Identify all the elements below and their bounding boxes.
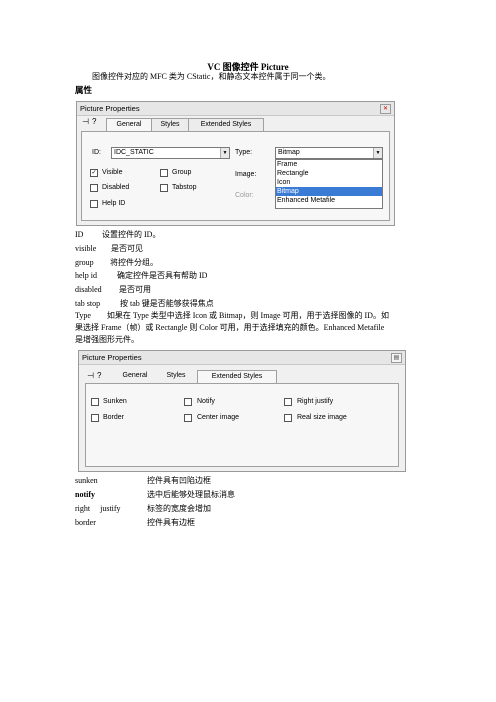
real-size-image-label: Real size image bbox=[297, 414, 347, 421]
type-combo-value: Bitmap bbox=[278, 149, 300, 156]
def-row: ID 设置控件的 ID。 bbox=[75, 229, 160, 240]
def-desc: 按 tab 键是否能够获得焦点 bbox=[120, 299, 214, 308]
def-row: border 控件具有边框 bbox=[75, 517, 195, 528]
def-row: group 将控件分组。 bbox=[75, 257, 158, 268]
type-option-enhanced-metafile[interactable]: Enhanced Metafile bbox=[276, 196, 382, 205]
help-id-label: Help ID bbox=[102, 200, 126, 207]
general-panel: ID: IDC_STATIC ▼ Type: Bitmap ▼ Frame Re… bbox=[81, 131, 390, 221]
type-paragraph-line: 是增强图形元件。 bbox=[75, 335, 139, 344]
id-combo-value: IDC_STATIC bbox=[114, 149, 154, 156]
border-label: Border bbox=[103, 414, 125, 421]
def-desc: 设置控件的 ID。 bbox=[102, 230, 161, 239]
id-combo[interactable]: IDC_STATIC ▼ bbox=[111, 147, 230, 159]
picture-properties-dialog-styles: Picture Properties ▤ ⊣ ? General Styles … bbox=[78, 350, 406, 472]
def-desc: 控件具有边框 bbox=[147, 518, 195, 527]
chevron-down-icon[interactable]: ▼ bbox=[220, 148, 229, 158]
def-term: right justify bbox=[75, 504, 121, 513]
def-row: visible 是否可见 bbox=[75, 243, 143, 254]
border-checkbox[interactable] bbox=[91, 414, 99, 422]
type-combo[interactable]: Bitmap ▼ bbox=[275, 147, 383, 159]
def-term: disabled bbox=[75, 285, 102, 294]
image-label: Image: bbox=[235, 171, 257, 178]
disabled-label: Disabled bbox=[102, 184, 130, 191]
styles-panel: Sunken Notify Right justify Border Cente… bbox=[85, 383, 399, 467]
group-label: Group bbox=[172, 169, 192, 176]
pin-icon[interactable]: ⊣ bbox=[87, 371, 94, 380]
tab-general[interactable]: General bbox=[113, 370, 157, 382]
type-paragraph: Type 如果在 Type 类型中选择 Icon 或 Bitmap，则 Imag… bbox=[75, 310, 425, 346]
def-row: right justify 标签的宽度会增加 bbox=[75, 503, 211, 514]
def-desc: 标签的宽度会增加 bbox=[147, 504, 211, 513]
pin-icon[interactable]: ⊣ bbox=[82, 117, 89, 126]
def-row: tab stop 按 tab 键是否能够获得焦点 bbox=[75, 298, 214, 309]
center-image-checkbox[interactable] bbox=[184, 414, 192, 422]
type-option-frame[interactable]: Frame bbox=[276, 160, 382, 169]
def-desc: 选中后能够处理鼠标消息 bbox=[147, 490, 235, 499]
def-term: visible bbox=[75, 244, 97, 253]
def-term: border bbox=[75, 518, 96, 527]
type-paragraph-line: Type 如果在 Type 类型中选择 Icon 或 Bitmap，则 Imag… bbox=[75, 311, 389, 320]
type-option-icon[interactable]: Icon bbox=[276, 178, 382, 187]
window-menu-icon[interactable]: ▤ bbox=[391, 353, 402, 363]
def-term: help id bbox=[75, 271, 97, 280]
def-row: disabled 是否可用 bbox=[75, 284, 151, 295]
def-term: tab stop bbox=[75, 299, 101, 308]
tab-general[interactable]: General bbox=[106, 118, 152, 131]
def-term: group bbox=[75, 258, 94, 267]
color-label: Color: bbox=[235, 192, 254, 199]
def-desc: 控件具有凹陷边框 bbox=[147, 476, 211, 485]
tab-extended-styles[interactable]: Extended Styles bbox=[188, 118, 264, 131]
center-image-label: Center image bbox=[197, 414, 240, 421]
sunken-label: Sunken bbox=[103, 398, 127, 405]
tab-extended-styles[interactable]: Extended Styles bbox=[197, 370, 277, 383]
picture-properties-dialog-general: Picture Properties ✕ ⊣ ? General Styles … bbox=[76, 101, 395, 226]
dialog-title: Picture Properties bbox=[82, 353, 142, 362]
right-justify-label: Right justify bbox=[297, 398, 334, 405]
def-row: notify 选中后能够处理鼠标消息 bbox=[75, 489, 235, 500]
tab-styles[interactable]: Styles bbox=[151, 118, 189, 131]
group-checkbox[interactable] bbox=[160, 169, 168, 177]
type-option-rectangle[interactable]: Rectangle bbox=[276, 169, 382, 178]
def-term: sunken bbox=[75, 476, 98, 485]
help-icon[interactable]: ? bbox=[97, 371, 101, 380]
tab-styles[interactable]: Styles bbox=[158, 370, 194, 382]
def-desc: 是否可见 bbox=[111, 244, 143, 253]
dialog-title: Picture Properties bbox=[80, 104, 140, 113]
def-term: notify bbox=[75, 490, 95, 499]
def-row: help id 确定控件是否具有帮助 ID bbox=[75, 270, 207, 281]
type-paragraph-line: 果选择 Frame（帧）或 Rectangle 则 Color 可用，用于选择填… bbox=[75, 323, 385, 332]
def-desc: 确定控件是否具有帮助 ID bbox=[117, 271, 208, 280]
visible-checkbox[interactable]: ✓ bbox=[90, 169, 98, 177]
type-label: Type: bbox=[235, 149, 253, 156]
id-label: ID: bbox=[92, 149, 101, 156]
type-dropdown-list[interactable]: Frame Rectangle Icon Bitmap Enhanced Met… bbox=[275, 159, 383, 209]
disabled-checkbox[interactable] bbox=[90, 184, 98, 192]
help-id-checkbox[interactable] bbox=[90, 200, 98, 208]
def-desc: 是否可用 bbox=[119, 285, 151, 294]
def-desc: 将控件分组。 bbox=[110, 258, 158, 267]
dialog-titlebar: Picture Properties ▤ bbox=[79, 351, 405, 365]
notify-checkbox[interactable] bbox=[184, 398, 192, 406]
visible-label: Visible bbox=[102, 169, 123, 176]
section-heading: 属性 bbox=[75, 85, 93, 95]
tabstop-label: Tabstop bbox=[172, 184, 197, 191]
tabstop-checkbox[interactable] bbox=[160, 184, 168, 192]
real-size-image-checkbox[interactable] bbox=[284, 414, 292, 422]
notify-label: Notify bbox=[197, 398, 215, 405]
def-term: ID bbox=[75, 230, 84, 239]
def-row: sunken 控件具有凹陷边框 bbox=[75, 475, 211, 486]
right-justify-checkbox[interactable] bbox=[284, 398, 292, 406]
chevron-down-icon[interactable]: ▼ bbox=[373, 148, 382, 158]
intro-paragraph: 图像控件对应的 MFC 类为 CStatic，和静态文本控件属于同一个类。 bbox=[92, 72, 331, 81]
dialog-titlebar: Picture Properties ✕ bbox=[77, 102, 394, 116]
type-option-bitmap[interactable]: Bitmap bbox=[276, 187, 382, 196]
help-icon[interactable]: ? bbox=[92, 117, 96, 126]
close-icon[interactable]: ✕ bbox=[380, 104, 391, 114]
sunken-checkbox[interactable] bbox=[91, 398, 99, 406]
